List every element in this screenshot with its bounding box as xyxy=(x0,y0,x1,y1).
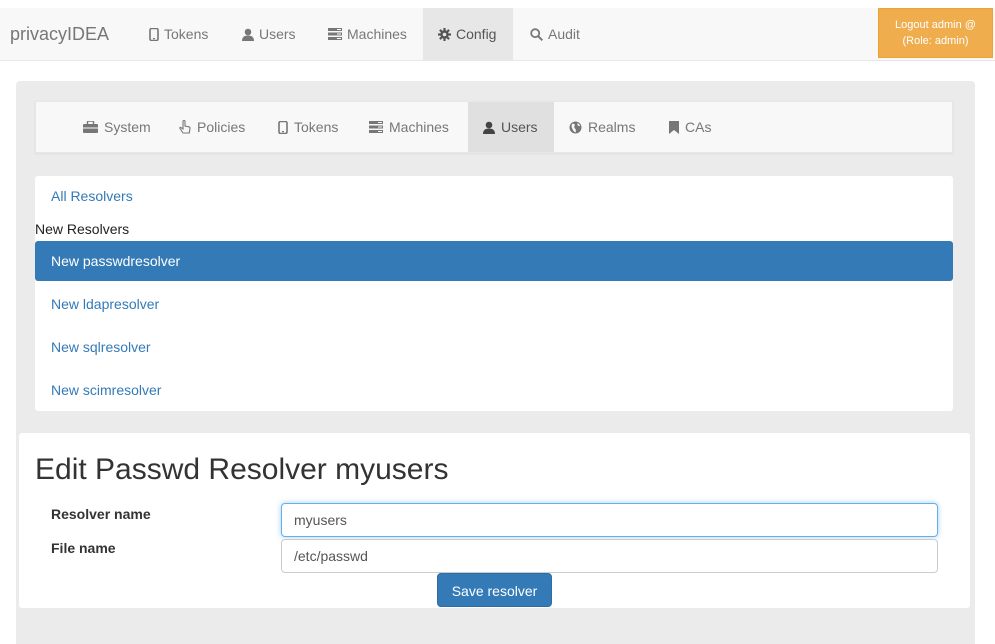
resolver-name-label: Resolver name xyxy=(51,506,151,522)
subnav-machines-label: Machines xyxy=(389,119,449,135)
nav-users[interactable]: Users xyxy=(227,8,311,60)
tasks-icon xyxy=(328,28,342,40)
nav-audit[interactable]: Audit xyxy=(515,8,595,60)
subnav-realms[interactable]: Realms xyxy=(554,102,650,152)
logout-user-label: Logout admin @ xyxy=(895,19,976,31)
subnav-tokens[interactable]: Tokens xyxy=(263,102,353,152)
subnav-policies-label: Policies xyxy=(197,119,246,135)
subnav-system[interactable]: System xyxy=(68,102,166,152)
subnav-users-label: Users xyxy=(501,119,538,135)
tasks-icon xyxy=(369,121,383,133)
file-name-label: File name xyxy=(51,540,116,556)
resolver-name-input[interactable] xyxy=(281,503,938,537)
top-navbar: privacyIDEA Tokens Users Machines Config… xyxy=(0,8,995,61)
nav-machines[interactable]: Machines xyxy=(313,8,422,60)
config-subnav: System Policies Tokens Machines Users Re… xyxy=(35,101,953,153)
phone-icon xyxy=(278,120,288,134)
subnav-system-label: System xyxy=(104,119,151,135)
edit-resolver-title: Edit Passwd Resolver myusers xyxy=(35,453,449,486)
nav-tokens-label: Tokens xyxy=(164,26,209,42)
new-resolvers-heading: New Resolvers xyxy=(35,221,130,237)
save-resolver-button[interactable]: Save resolver xyxy=(437,573,552,607)
nav-machines-label: Machines xyxy=(347,26,407,42)
subnav-tokens-label: Tokens xyxy=(294,119,339,135)
subnav-policies[interactable]: Policies xyxy=(163,102,260,152)
nav-config-label: Config xyxy=(456,26,497,42)
cog-icon xyxy=(438,27,451,41)
nav-users-label: Users xyxy=(259,26,296,42)
brand-logo[interactable]: privacyIDEA xyxy=(10,24,109,45)
hand-icon xyxy=(179,120,191,134)
phone-icon xyxy=(149,27,159,41)
all-resolvers-link[interactable]: All Resolvers xyxy=(35,176,953,216)
new-passwdresolver-link[interactable]: New passwdresolver xyxy=(35,241,953,281)
nav-config[interactable]: Config xyxy=(423,8,513,60)
nav-tokens[interactable]: Tokens xyxy=(134,8,223,60)
logout-role-label: (Role: admin) xyxy=(902,35,969,47)
bookmark-icon xyxy=(669,120,679,134)
subnav-cas-label: CAs xyxy=(685,119,712,135)
new-sqlresolver-link[interactable]: New sqlresolver xyxy=(35,327,953,367)
subnav-realms-label: Realms xyxy=(588,119,636,135)
logout-button[interactable]: Logout admin @ (Role: admin) xyxy=(878,8,993,58)
user-icon xyxy=(242,28,254,41)
new-scimresolver-link[interactable]: New scimresolver xyxy=(35,370,953,410)
new-ldapresolver-link[interactable]: New ldapresolver xyxy=(35,284,953,324)
subnav-cas[interactable]: CAs xyxy=(654,102,726,152)
subnav-users[interactable]: Users xyxy=(468,102,554,152)
subnav-machines[interactable]: Machines xyxy=(354,102,464,152)
resolver-list: All Resolvers New passwdresolver New lda… xyxy=(35,176,953,411)
file-name-input[interactable] xyxy=(281,539,938,573)
globe-icon xyxy=(569,121,582,133)
user-icon xyxy=(483,121,495,134)
briefcase-icon xyxy=(83,121,98,133)
search-icon xyxy=(530,27,543,41)
nav-audit-label: Audit xyxy=(548,26,580,42)
